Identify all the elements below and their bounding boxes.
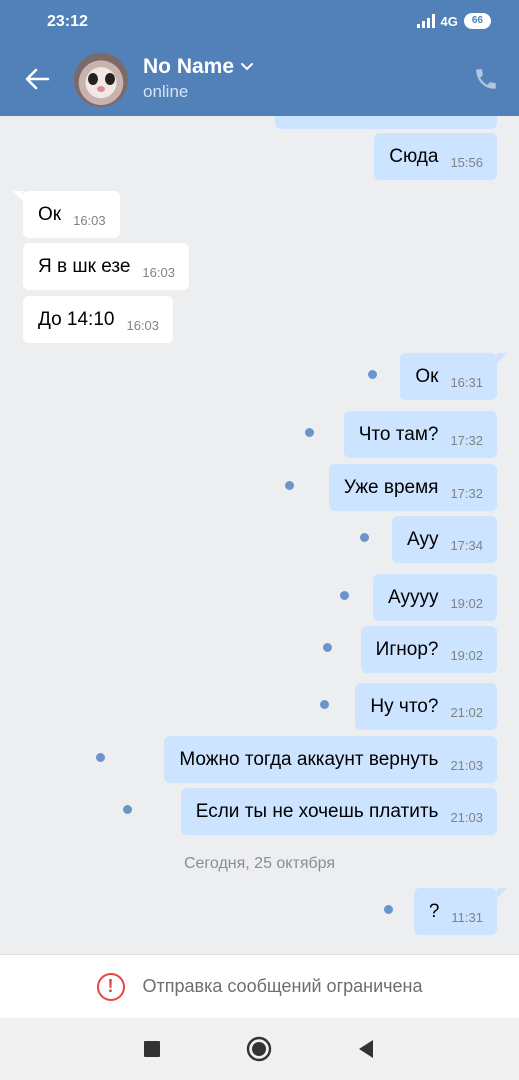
warning-icon: ! [96, 972, 125, 1001]
unread-dot [320, 700, 329, 709]
message-text: Ок [415, 365, 439, 387]
avatar[interactable] [74, 53, 128, 107]
restriction-text: Отправка сообщений ограничена [142, 976, 423, 996]
presence-status: online [143, 82, 189, 101]
message-outgoing[interactable]: Что там? 17:32 [343, 411, 497, 458]
message-outgoing[interactable]: Ок 16:31 [400, 353, 507, 400]
message-time: 16:03 [142, 265, 175, 280]
message-text: До 14:10 [38, 308, 115, 330]
date-separator: Сегодня, 25 октября [183, 855, 336, 872]
message-time: 11:31 [451, 910, 483, 925]
back-arrow-icon[interactable] [24, 66, 50, 92]
message-time: 19:02 [450, 648, 483, 663]
message-time: 21:03 [450, 758, 483, 773]
message-outgoing[interactable]: Ауу 17:34 [391, 516, 497, 563]
message-list[interactable]: Сюда 15:56 Ок 16:03 Я в шк езе 16:03 До 14:… [0, 116, 519, 954]
status-icons: 4G 66 [416, 13, 491, 29]
chevron-down-icon [241, 63, 254, 71]
chat-header: 23:12 4G 66 No Name online [0, 0, 519, 116]
unread-dot [323, 643, 332, 652]
message-outgoing[interactable]: Игнор? 19:02 [360, 626, 497, 673]
unread-dot [368, 370, 377, 379]
message-time: 17:32 [450, 433, 483, 448]
message-time: 16:03 [73, 213, 106, 228]
phone-icon[interactable] [473, 66, 499, 92]
message-outgoing[interactable]: Уже время 17:32 [328, 464, 497, 511]
battery-level: 66 [471, 15, 483, 26]
square-icon[interactable] [139, 1036, 165, 1062]
message-outgoing[interactable]: ? 11:31 [413, 888, 508, 935]
message-outgoing[interactable]: Если ты не хочешь платить 21:03 [180, 788, 497, 835]
message-text: Ауууу [387, 586, 439, 608]
unread-dot [360, 533, 369, 542]
message-time: 21:03 [450, 810, 483, 825]
contact-name-button[interactable]: No Name [143, 55, 254, 79]
message-text: Я в шк езе [38, 255, 131, 277]
message-time: 16:03 [126, 318, 160, 333]
unread-dot [340, 591, 349, 600]
circle-icon[interactable] [246, 1036, 272, 1062]
contact-name: No Name [143, 55, 235, 78]
message-text: Сюда [389, 145, 439, 167]
signal-icon [416, 14, 435, 28]
unread-dot [384, 905, 393, 914]
message-time: 19:02 [450, 596, 483, 611]
message-text: Что там? [358, 423, 439, 445]
message-bubble-partial [275, 116, 497, 129]
unread-dot [96, 753, 105, 762]
message-text: Ауу [406, 528, 439, 550]
message-outgoing[interactable]: Ну что? 21:02 [355, 683, 497, 730]
message-incoming[interactable]: До 14:10 16:03 [23, 296, 174, 343]
system-nav-bar [0, 1018, 519, 1080]
unread-dot [123, 805, 132, 814]
message-time: 21:02 [450, 705, 483, 720]
message-outgoing[interactable]: Сюда 15:56 [374, 133, 497, 180]
message-outgoing[interactable]: Можно тогда аккаунт вернуть 21:03 [164, 736, 497, 783]
message-incoming[interactable]: Я в шк езе 16:03 [23, 243, 189, 290]
message-text: Уже время [343, 476, 439, 498]
message-text: ? [428, 900, 440, 922]
message-text: Если ты не хочешь платить [195, 800, 439, 822]
message-text: Игнор? [375, 638, 439, 660]
unread-dot [305, 428, 314, 437]
message-text: Ну что? [370, 695, 439, 717]
unread-dot [285, 481, 294, 490]
network-type: 4G [440, 13, 458, 29]
message-time: 15:56 [450, 155, 483, 170]
triangle-back-icon[interactable] [353, 1036, 379, 1062]
message-incoming[interactable]: Ок 16:03 [13, 191, 120, 238]
message-outgoing[interactable]: Ауууу 19:02 [372, 574, 497, 621]
message-time: 16:31 [450, 375, 483, 390]
message-time: 17:32 [450, 486, 483, 501]
message-text: Можно тогда аккаунт вернуть [179, 748, 439, 770]
messaging-restricted-banner: ! Отправка сообщений ограничена [0, 954, 519, 1018]
status-time: 23:12 [47, 13, 88, 30]
battery-icon: 66 [463, 13, 491, 29]
message-text: Ок [38, 203, 62, 225]
message-time: 17:34 [450, 538, 483, 553]
